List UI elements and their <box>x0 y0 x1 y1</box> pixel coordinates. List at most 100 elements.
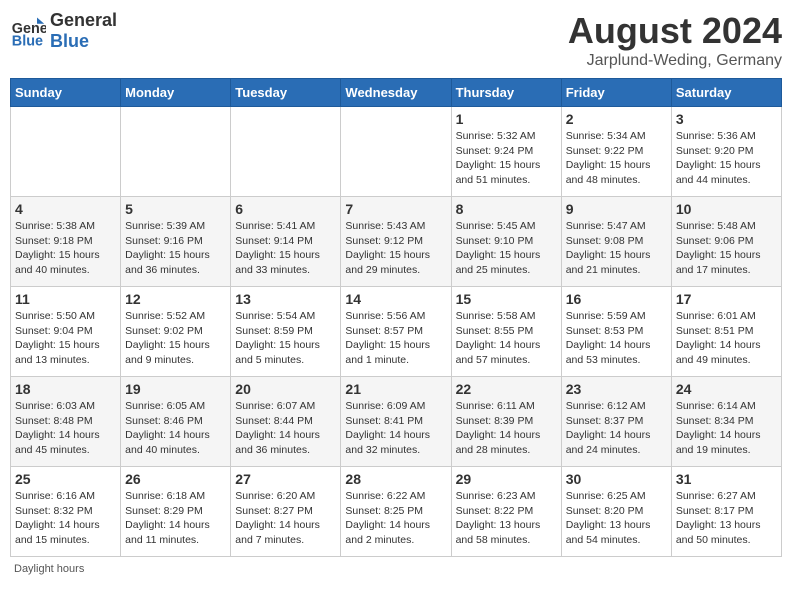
day-number: 11 <box>15 291 116 307</box>
day-info: Sunrise: 5:41 AM Sunset: 9:14 PM Dayligh… <box>235 219 336 278</box>
day-info: Sunrise: 5:38 AM Sunset: 9:18 PM Dayligh… <box>15 219 116 278</box>
day-info: Sunrise: 5:54 AM Sunset: 8:59 PM Dayligh… <box>235 309 336 368</box>
day-info: Sunrise: 6:11 AM Sunset: 8:39 PM Dayligh… <box>456 399 557 458</box>
calendar-cell: 19 Sunrise: 6:05 AM Sunset: 8:46 PM Dayli… <box>121 377 231 467</box>
calendar-cell: 22 Sunrise: 6:11 AM Sunset: 8:39 PM Dayli… <box>451 377 561 467</box>
day-number: 12 <box>125 291 226 307</box>
calendar-cell: 29 Sunrise: 6:23 AM Sunset: 8:22 PM Dayli… <box>451 467 561 557</box>
calendar-week-row: 11 Sunrise: 5:50 AM Sunset: 9:04 PM Dayli… <box>11 287 782 377</box>
day-info: Sunrise: 6:14 AM Sunset: 8:34 PM Dayligh… <box>676 399 777 458</box>
calendar-cell: 5 Sunrise: 5:39 AM Sunset: 9:16 PM Daylig… <box>121 197 231 287</box>
day-info: Sunrise: 6:05 AM Sunset: 8:46 PM Dayligh… <box>125 399 226 458</box>
calendar-table: SundayMondayTuesdayWednesdayThursdayFrid… <box>10 78 782 557</box>
calendar-header: SundayMondayTuesdayWednesdayThursdayFrid… <box>11 79 782 107</box>
location: Jarplund-Weding, Germany <box>568 52 782 70</box>
page-header: General Blue General Blue August 2024 Ja… <box>10 10 782 70</box>
calendar-cell: 16Sunrise: 5:59 AM Sunset: 8:53 PM Dayli… <box>561 287 671 377</box>
day-info: Sunrise: 5:32 AM Sunset: 9:24 PM Dayligh… <box>456 129 557 188</box>
calendar-cell: 17 Sunrise: 6:01 AM Sunset: 8:51 PM Dayli… <box>671 287 781 377</box>
calendar-cell: 23 Sunrise: 6:12 AM Sunset: 8:37 PM Dayli… <box>561 377 671 467</box>
day-info: Sunrise: 6:18 AM Sunset: 8:29 PM Dayligh… <box>125 489 226 548</box>
day-info: Sunrise: 5:50 AM Sunset: 9:04 PM Dayligh… <box>15 309 116 368</box>
day-info: Sunrise: 5:43 AM Sunset: 9:12 PM Dayligh… <box>345 219 446 278</box>
day-number: 31 <box>676 471 777 487</box>
day-number: 23 <box>566 381 667 397</box>
day-number: 30 <box>566 471 667 487</box>
day-info: Sunrise: 6:01 AM Sunset: 8:51 PM Dayligh… <box>676 309 777 368</box>
day-info: Sunrise: 5:59 AM Sunset: 8:53 PM Dayligh… <box>566 309 667 368</box>
day-number: 4 <box>15 201 116 217</box>
day-info: Sunrise: 5:56 AM Sunset: 8:57 PM Dayligh… <box>345 309 446 368</box>
logo-blue-text: Blue <box>50 31 117 52</box>
day-info: Sunrise: 6:07 AM Sunset: 8:44 PM Dayligh… <box>235 399 336 458</box>
calendar-body: 1Sunrise: 5:32 AM Sunset: 9:24 PM Daylig… <box>11 107 782 557</box>
calendar-week-row: 18Sunrise: 6:03 AM Sunset: 8:48 PM Dayli… <box>11 377 782 467</box>
calendar-cell: 3 Sunrise: 5:36 AM Sunset: 9:20 PM Daylig… <box>671 107 781 197</box>
day-number: 27 <box>235 471 336 487</box>
day-info: Sunrise: 5:45 AM Sunset: 9:10 PM Dayligh… <box>456 219 557 278</box>
day-number: 2 <box>566 111 667 127</box>
calendar-cell: 8 Sunrise: 5:45 AM Sunset: 9:10 PM Daylig… <box>451 197 561 287</box>
day-number: 7 <box>345 201 446 217</box>
daylight-label: Daylight hours <box>14 563 84 575</box>
calendar-cell <box>341 107 451 197</box>
calendar-cell: 9 Sunrise: 5:47 AM Sunset: 9:08 PM Daylig… <box>561 197 671 287</box>
calendar-cell <box>231 107 341 197</box>
day-number: 28 <box>345 471 446 487</box>
calendar-cell: 25Sunrise: 6:16 AM Sunset: 8:32 PM Dayli… <box>11 467 121 557</box>
day-info: Sunrise: 5:39 AM Sunset: 9:16 PM Dayligh… <box>125 219 226 278</box>
day-info: Sunrise: 5:48 AM Sunset: 9:06 PM Dayligh… <box>676 219 777 278</box>
logo-text: General Blue <box>50 10 117 52</box>
day-number: 17 <box>676 291 777 307</box>
day-info: Sunrise: 6:27 AM Sunset: 8:17 PM Dayligh… <box>676 489 777 548</box>
weekday-header: Friday <box>561 79 671 107</box>
calendar-cell: 13Sunrise: 5:54 AM Sunset: 8:59 PM Dayli… <box>231 287 341 377</box>
month-year: August 2024 <box>568 10 782 52</box>
day-info: Sunrise: 5:58 AM Sunset: 8:55 PM Dayligh… <box>456 309 557 368</box>
calendar-week-row: 25Sunrise: 6:16 AM Sunset: 8:32 PM Dayli… <box>11 467 782 557</box>
day-info: Sunrise: 6:12 AM Sunset: 8:37 PM Dayligh… <box>566 399 667 458</box>
weekday-header: Monday <box>121 79 231 107</box>
day-number: 24 <box>676 381 777 397</box>
day-info: Sunrise: 6:25 AM Sunset: 8:20 PM Dayligh… <box>566 489 667 548</box>
day-number: 8 <box>456 201 557 217</box>
calendar-cell: 18Sunrise: 6:03 AM Sunset: 8:48 PM Dayli… <box>11 377 121 467</box>
calendar-cell: 1Sunrise: 5:32 AM Sunset: 9:24 PM Daylig… <box>451 107 561 197</box>
day-info: Sunrise: 6:23 AM Sunset: 8:22 PM Dayligh… <box>456 489 557 548</box>
day-number: 14 <box>345 291 446 307</box>
weekday-header: Thursday <box>451 79 561 107</box>
calendar-cell <box>121 107 231 197</box>
calendar-week-row: 4 Sunrise: 5:38 AM Sunset: 9:18 PM Daylig… <box>11 197 782 287</box>
calendar-week-row: 1Sunrise: 5:32 AM Sunset: 9:24 PM Daylig… <box>11 107 782 197</box>
day-number: 22 <box>456 381 557 397</box>
day-number: 29 <box>456 471 557 487</box>
calendar-cell: 6 Sunrise: 5:41 AM Sunset: 9:14 PM Daylig… <box>231 197 341 287</box>
calendar-cell: 20Sunrise: 6:07 AM Sunset: 8:44 PM Dayli… <box>231 377 341 467</box>
day-number: 5 <box>125 201 226 217</box>
day-number: 3 <box>676 111 777 127</box>
day-number: 9 <box>566 201 667 217</box>
day-number: 10 <box>676 201 777 217</box>
calendar-cell: 26Sunrise: 6:18 AM Sunset: 8:29 PM Dayli… <box>121 467 231 557</box>
day-info: Sunrise: 6:22 AM Sunset: 8:25 PM Dayligh… <box>345 489 446 548</box>
logo-general-text: General <box>50 10 117 31</box>
logo-icon: General Blue <box>10 13 46 49</box>
day-number: 21 <box>345 381 446 397</box>
title-block: August 2024 Jarplund-Weding, Germany <box>568 10 782 70</box>
day-info: Sunrise: 5:47 AM Sunset: 9:08 PM Dayligh… <box>566 219 667 278</box>
day-number: 18 <box>15 381 116 397</box>
calendar-cell: 24 Sunrise: 6:14 AM Sunset: 8:34 PM Dayli… <box>671 377 781 467</box>
day-number: 19 <box>125 381 226 397</box>
day-number: 6 <box>235 201 336 217</box>
calendar-cell: 7 Sunrise: 5:43 AM Sunset: 9:12 PM Daylig… <box>341 197 451 287</box>
calendar-cell: 10 Sunrise: 5:48 AM Sunset: 9:06 PM Dayli… <box>671 197 781 287</box>
logo: General Blue General Blue <box>10 10 117 52</box>
day-info: Sunrise: 5:52 AM Sunset: 9:02 PM Dayligh… <box>125 309 226 368</box>
day-info: Sunrise: 5:36 AM Sunset: 9:20 PM Dayligh… <box>676 129 777 188</box>
weekday-header: Tuesday <box>231 79 341 107</box>
calendar-cell: 21Sunrise: 6:09 AM Sunset: 8:41 PM Dayli… <box>341 377 451 467</box>
calendar-cell: 28 Sunrise: 6:22 AM Sunset: 8:25 PM Dayli… <box>341 467 451 557</box>
weekday-header: Saturday <box>671 79 781 107</box>
day-info: Sunrise: 6:16 AM Sunset: 8:32 PM Dayligh… <box>15 489 116 548</box>
day-info: Sunrise: 5:34 AM Sunset: 9:22 PM Dayligh… <box>566 129 667 188</box>
